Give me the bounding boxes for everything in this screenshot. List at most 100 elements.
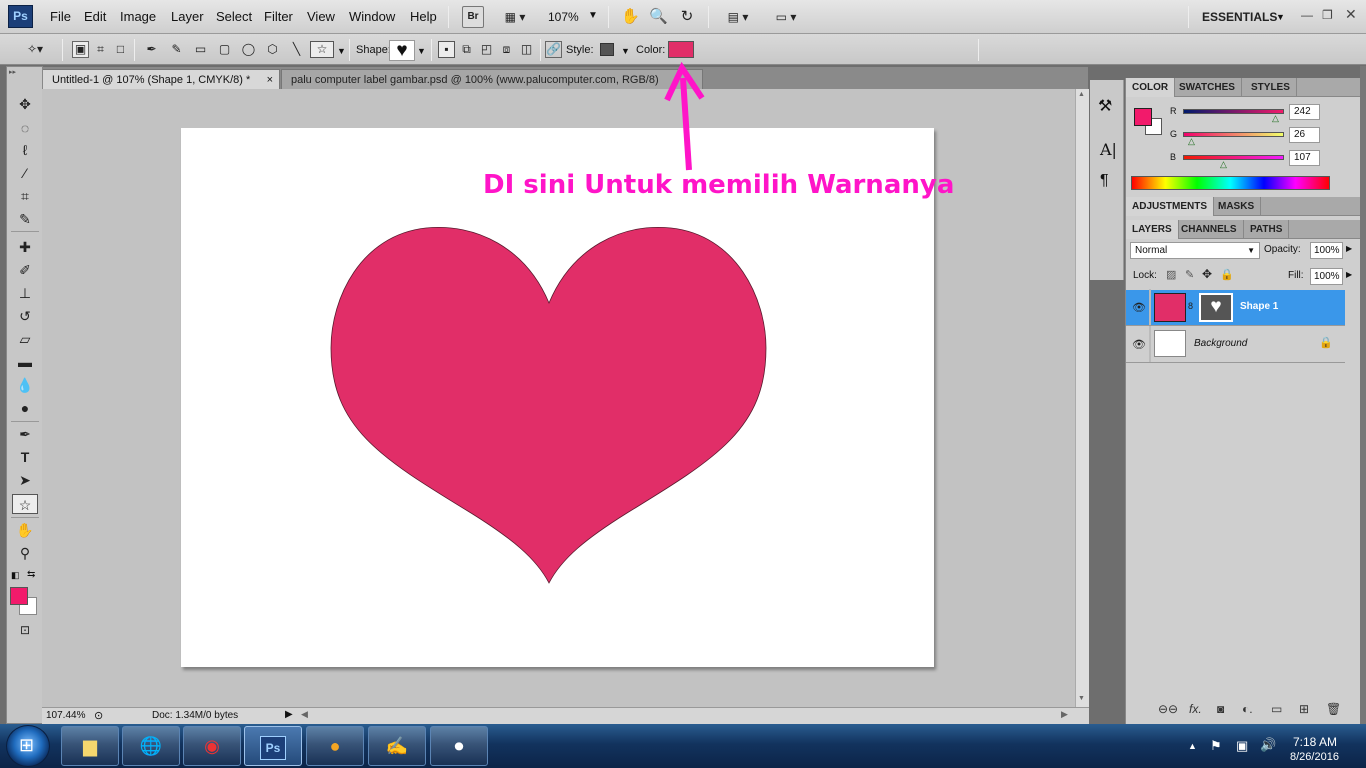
layer-link-icon[interactable]: 8 <box>1188 301 1193 311</box>
layer-row-shape-1[interactable]: 👁 8 ♥ Shape 1 <box>1126 289 1345 326</box>
tray-expand-icon[interactable]: ▲ <box>1188 741 1197 751</box>
opacity-slider-icon[interactable]: ▶ <box>1346 244 1352 253</box>
tool-preset-picker[interactable]: ✧▾ <box>22 41 48 58</box>
style-dropdown-icon[interactable]: ▼ <box>621 46 630 56</box>
lock-all-icon[interactable]: 🔒 <box>1220 268 1234 281</box>
menu-select[interactable]: Select <box>216 9 252 24</box>
tab-layers[interactable]: LAYERS <box>1126 220 1179 239</box>
tab-styles[interactable]: STYLES <box>1245 78 1297 97</box>
hand-tool-icon[interactable]: ✋ <box>13 520 37 540</box>
lock-position-icon[interactable]: ✥ <box>1202 267 1212 281</box>
subtract-shape-area-icon[interactable]: ◰ <box>478 41 495 58</box>
zoom-field[interactable]: 107.44% <box>46 710 85 721</box>
background-thumbnail[interactable] <box>1154 330 1186 357</box>
pen-tool-icon[interactable]: ✒ <box>143 41 160 58</box>
link-layers-icon[interactable]: ⊖⊖ <box>1158 702 1178 716</box>
start-button[interactable]: ⊞ <box>6 725 50 767</box>
layer-style-icon[interactable]: fx. <box>1189 702 1202 716</box>
taskbar-explorer[interactable]: ▆ <box>61 726 119 766</box>
rounded-rectangle-icon[interactable]: ▢ <box>216 41 233 58</box>
path-selection-icon[interactable]: ➤ <box>13 470 37 490</box>
intersect-shape-areas-icon[interactable]: ⧈ <box>498 41 515 58</box>
restore-icon[interactable]: ❐ <box>1322 8 1333 22</box>
healing-brush-icon[interactable]: ✚ <box>13 237 37 257</box>
tab-palu-computer[interactable]: palu computer label gambar.psd @ 100% (w… <box>281 69 703 89</box>
history-brush-icon[interactable]: ↺ <box>13 306 37 326</box>
r-slider[interactable] <box>1183 109 1284 114</box>
arrange-documents-icon[interactable]: ▤ ▾ <box>720 6 756 28</box>
taskbar-photoshop[interactable]: Ps <box>244 726 302 766</box>
status-info-icon[interactable]: ⊙ <box>94 709 103 722</box>
tab-adjustments[interactable]: ADJUSTMENTS <box>1126 197 1215 216</box>
taskbar-app-7[interactable]: ⏺ <box>430 726 488 766</box>
shape-options-dropdown-icon[interactable]: ▼ <box>337 46 346 56</box>
tab-swatches[interactable]: SWATCHES <box>1173 78 1242 97</box>
scroll-right-icon[interactable]: ▶ <box>1061 709 1068 720</box>
fill-field[interactable]: 100% <box>1310 268 1343 285</box>
ellipse-shape-icon[interactable]: ◯ <box>240 41 257 58</box>
extras-menu-icon[interactable]: ▦ ▾ <box>498 6 532 28</box>
clock-date[interactable]: 8/26/2016 <box>1290 751 1339 763</box>
close-icon[interactable]: ✕ <box>1345 6 1357 23</box>
new-group-icon[interactable]: ▭ <box>1271 702 1282 716</box>
rotate-view-icon[interactable]: ↻ <box>677 6 697 28</box>
color-spectrum-ramp[interactable] <box>1131 176 1330 190</box>
workspace-dropdown-icon[interactable]: ▼ <box>1276 12 1285 22</box>
taskbar-chrome[interactable]: ◉ <box>183 726 241 766</box>
line-shape-icon[interactable]: ╲ <box>288 41 305 58</box>
visibility-eye-icon[interactable]: 👁 <box>1132 301 1146 314</box>
scroll-down-icon[interactable]: ▼ <box>1078 695 1085 702</box>
tray-volume-icon[interactable]: 🔊 <box>1260 737 1276 753</box>
shape-picker-dropdown-icon[interactable]: ▼ <box>417 46 426 56</box>
menu-window[interactable]: Window <box>349 9 395 24</box>
custom-shape-icon[interactable]: ☆ <box>310 41 334 58</box>
blend-mode-select[interactable]: Normal ▼ <box>1130 242 1260 259</box>
tab-color[interactable]: COLOR <box>1126 78 1176 97</box>
status-menu-icon[interactable]: ▶ <box>285 709 293 720</box>
blur-tool-icon[interactable]: 💧 <box>13 375 37 395</box>
exclude-overlapping-icon[interactable]: ◫ <box>518 41 535 58</box>
eraser-tool-icon[interactable]: ▱ <box>13 329 37 349</box>
tray-network-icon[interactable]: ▣ <box>1236 738 1248 754</box>
default-colors-icon[interactable]: ◧ <box>11 570 20 581</box>
r-slider-thumb[interactable]: △ <box>1272 113 1279 124</box>
pen-tool-icon[interactable]: ✒ <box>13 424 37 444</box>
magic-wand-icon[interactable]: ⁄ <box>13 163 37 183</box>
paths-icon[interactable]: ⌗ <box>92 41 109 58</box>
menu-image[interactable]: Image <box>120 9 156 24</box>
add-mask-icon[interactable]: ◙ <box>1217 702 1224 716</box>
add-to-shape-area-icon[interactable]: ⧉ <box>458 41 475 58</box>
menu-view[interactable]: View <box>307 9 335 24</box>
style-picker[interactable] <box>600 43 614 56</box>
brush-tool-icon[interactable]: ✐ <box>13 260 37 280</box>
layer-name[interactable]: Background <box>1194 338 1247 349</box>
menu-help[interactable]: Help <box>410 9 437 24</box>
shape-picker[interactable]: ♥ <box>389 40 415 61</box>
r-value[interactable]: 242 <box>1289 104 1320 120</box>
shape-layers-icon[interactable]: ▣ <box>72 41 89 58</box>
taskbar-app-6[interactable]: ✍ <box>368 726 426 766</box>
workspace-switcher[interactable]: ESSENTIALS <box>1202 10 1277 24</box>
rectangle-shape-icon[interactable]: ▭ <box>192 41 209 58</box>
freeform-pen-icon[interactable]: ✎ <box>168 41 185 58</box>
fill-slider-icon[interactable]: ▶ <box>1346 270 1352 279</box>
zoom-dropdown-icon[interactable]: ▼ <box>588 10 598 21</box>
tab-masks[interactable]: MASKS <box>1212 197 1262 216</box>
zoom-tool-icon[interactable]: 🔍 <box>648 6 668 28</box>
paragraph-panel-icon[interactable]: ¶ <box>1100 172 1109 190</box>
document-canvas[interactable] <box>181 128 934 667</box>
visibility-eye-icon[interactable]: 👁 <box>1132 338 1146 351</box>
panel-fg-color[interactable] <box>1134 108 1152 126</box>
new-shape-layer-icon[interactable]: ▪ <box>438 41 455 58</box>
menu-layer[interactable]: Layer <box>171 9 204 24</box>
zoom-tool-icon[interactable]: ⚲ <box>13 543 37 563</box>
hand-tool-icon[interactable]: ✋ <box>620 6 640 28</box>
adjustment-layer-icon[interactable]: ◐. <box>1242 702 1253 716</box>
layer-row-background[interactable]: 👁 Background 🔒 <box>1126 326 1345 363</box>
screen-mode-icon[interactable]: ▭ ▾ <box>768 6 804 28</box>
g-value[interactable]: 26 <box>1289 127 1320 143</box>
menu-file[interactable]: File <box>50 9 71 24</box>
scroll-up-icon[interactable]: ▲ <box>1078 91 1085 98</box>
scroll-left-icon[interactable]: ◀ <box>301 709 308 720</box>
heart-shape[interactable] <box>181 128 934 667</box>
